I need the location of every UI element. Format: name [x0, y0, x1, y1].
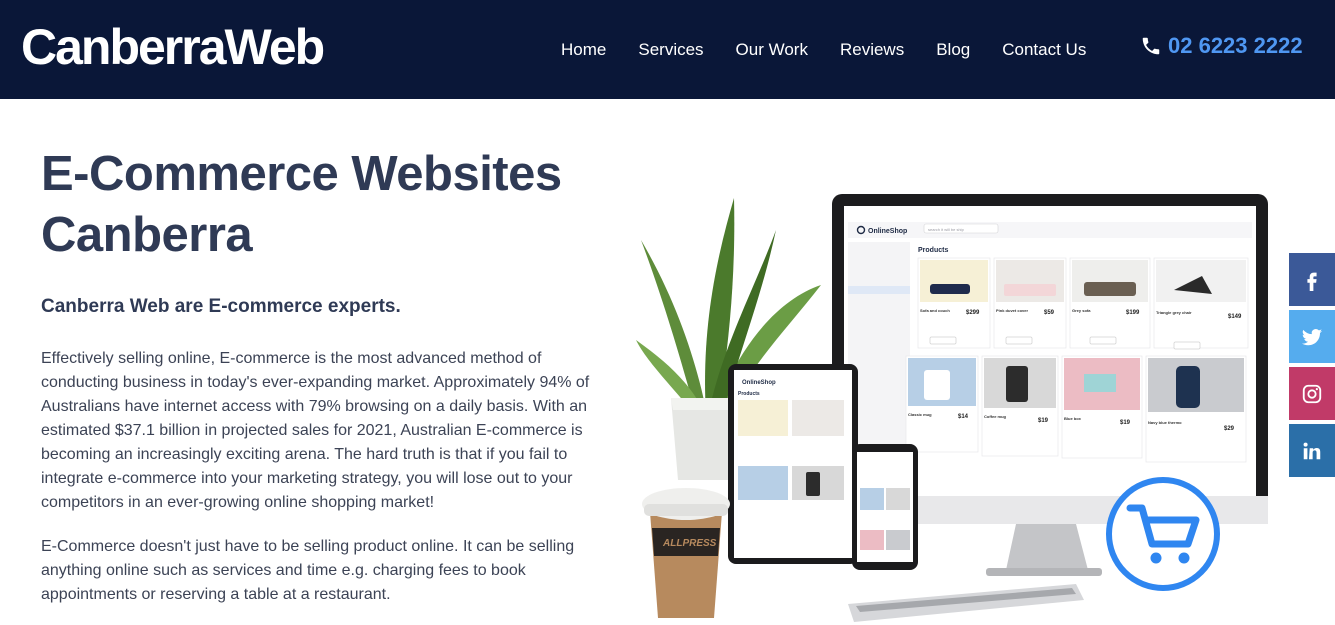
- tablet-illustration: OnlineShop Products: [728, 364, 858, 564]
- tablet-products-heading: Products: [738, 391, 760, 397]
- product-name: Coffee mug: [984, 414, 1007, 419]
- tablet-brand: OnlineShop: [742, 380, 776, 386]
- nav-our-work[interactable]: Our Work: [736, 38, 808, 62]
- phone-number: 02 6223 2222: [1168, 33, 1303, 58]
- intro-paragraph: Effectively selling online, E-commerce i…: [41, 350, 590, 511]
- twitter-icon: [1301, 328, 1323, 345]
- social-share-bar: [1289, 253, 1335, 481]
- product-price: $19: [1120, 420, 1131, 426]
- main-nav: Home Services Our Work Reviews Blog Cont…: [545, 38, 1102, 62]
- site-logo[interactable]: CanberraWeb: [21, 18, 325, 76]
- instagram-button[interactable]: [1289, 367, 1335, 420]
- shopping-cart-icon: [1106, 477, 1220, 591]
- twitter-button[interactable]: [1289, 310, 1335, 363]
- product-name: Grey sofa: [1072, 308, 1091, 313]
- nav-home[interactable]: Home: [561, 38, 606, 62]
- product-price: $29: [1224, 426, 1235, 432]
- coffee-cup-illustration: ALLPRESS: [642, 488, 730, 618]
- product-name: Triangle grey chair: [1156, 310, 1192, 315]
- linkedin-icon: [1303, 442, 1321, 459]
- facebook-button[interactable]: [1289, 253, 1335, 306]
- product-name: Blue box: [1064, 416, 1082, 421]
- keyboard-illustration: [848, 584, 1084, 622]
- shop-brand: OnlineShop: [868, 228, 907, 235]
- subheading: Canberra Web are E-commerce experts.: [41, 296, 401, 317]
- page-title: E-Commerce Websites Canberra: [41, 144, 601, 266]
- nav-reviews[interactable]: Reviews: [840, 38, 904, 62]
- phone-illustration: [852, 444, 918, 570]
- product-price: $199: [1126, 310, 1140, 316]
- secondary-paragraph: E-Commerce doesn't just have to be selli…: [41, 538, 575, 603]
- product-grid: Sofa and couch $299 Pink duvet cover $59…: [905, 257, 1249, 463]
- search-box-text: search it will be ship: [928, 227, 965, 232]
- product-price: $59: [1044, 310, 1055, 316]
- product-name: Classic mug: [908, 412, 932, 417]
- product-price: $14: [958, 414, 969, 420]
- nav-contact-us[interactable]: Contact Us: [1002, 38, 1086, 62]
- product-price: $19: [1038, 418, 1049, 424]
- instagram-icon: [1302, 384, 1322, 403]
- page-title-line2: Canberra: [41, 208, 253, 262]
- product-price: $299: [966, 310, 980, 316]
- product-name: Navy blue thermo: [1148, 420, 1182, 425]
- facebook-icon: [1307, 272, 1317, 291]
- linkedin-button[interactable]: [1289, 424, 1335, 477]
- product-name: Sofa and couch: [920, 308, 950, 313]
- products-heading: Products: [918, 247, 948, 254]
- phone-link[interactable]: 02 6223 2222: [1140, 32, 1303, 60]
- page-title-line1: E-Commerce Websites: [41, 147, 562, 201]
- phone-icon: [1142, 37, 1160, 55]
- ecommerce-devices-illustration: OnlineShop search it will be ship Produc…: [636, 194, 1268, 622]
- product-name: Pink duvet cover: [996, 308, 1028, 313]
- nav-blog[interactable]: Blog: [936, 38, 970, 62]
- cup-brand: ALLPRESS: [662, 538, 717, 549]
- site-header: CanberraWeb Home Services Our Work Revie…: [0, 0, 1335, 99]
- product-price: $149: [1228, 314, 1242, 320]
- nav-services[interactable]: Services: [638, 38, 703, 62]
